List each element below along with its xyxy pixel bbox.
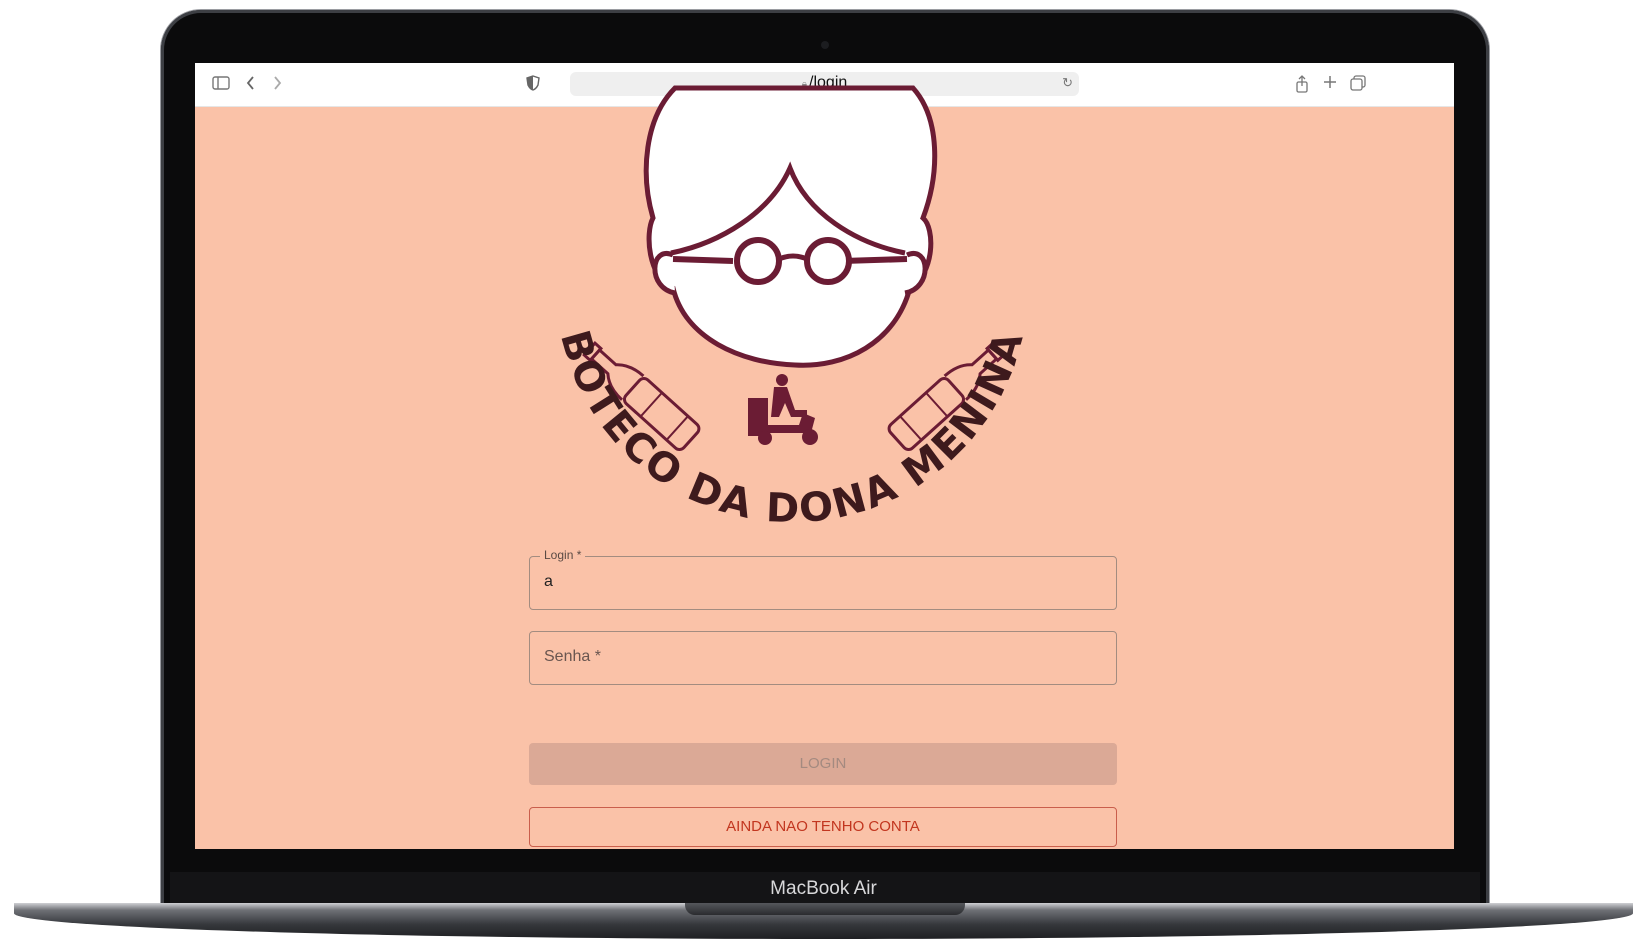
laptop-notch: [685, 903, 965, 915]
password-field[interactable]: Senha *: [529, 631, 1117, 685]
device-label: MacBook Air: [770, 878, 877, 899]
boteco-logo: BOTECO DA DONA MENINA: [551, 85, 1031, 532]
scooter-icon: [748, 374, 818, 445]
signup-button[interactable]: AINDA NAO TENHO CONTA: [529, 807, 1117, 847]
login-field[interactable]: Login * a: [529, 548, 1117, 610]
password-placeholder: Senha *: [544, 648, 601, 665]
login-label: Login *: [540, 548, 586, 562]
login-button[interactable]: LOGIN: [529, 743, 1117, 785]
login-value: a: [544, 573, 553, 590]
camera: [821, 41, 829, 49]
browser-screen: 🔒︎/login ↻ BOTECO DA DONA MENINA Login *…: [195, 63, 1454, 849]
